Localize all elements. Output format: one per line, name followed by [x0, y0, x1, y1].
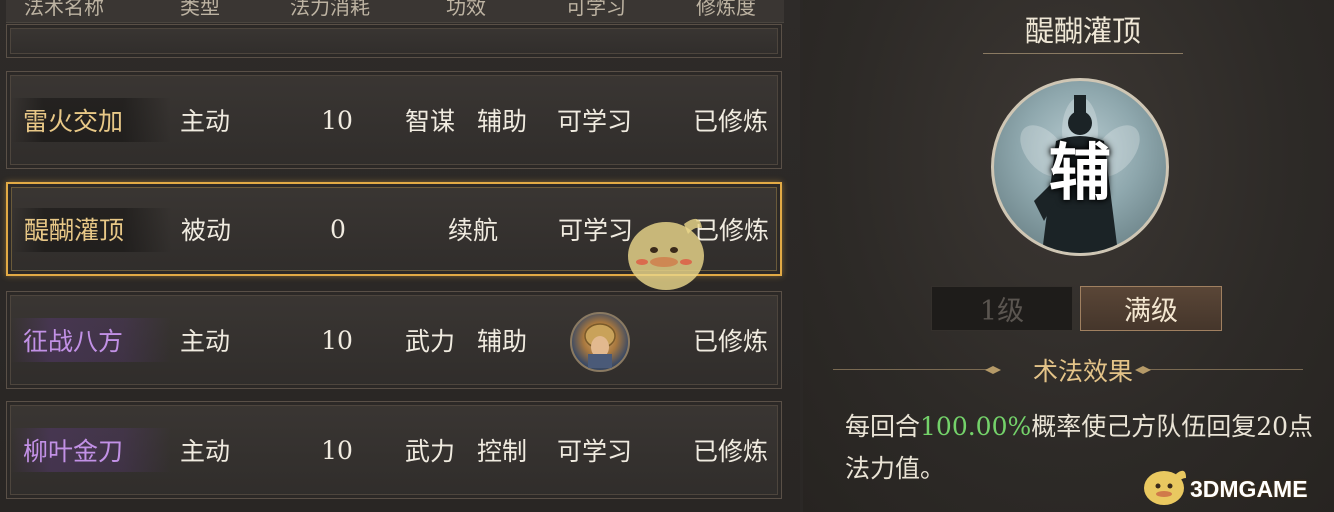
- spell-row[interactable]: 征战八方 主动 10 武力 辅助 已修炼: [6, 291, 782, 389]
- effect-probability: 100.00%: [920, 412, 1032, 441]
- spell-type: 主动: [180, 437, 231, 466]
- spell-effect-2: 辅助: [477, 327, 528, 356]
- level-1-button[interactable]: 1级: [931, 286, 1073, 331]
- spell-practice: 已修炼: [693, 437, 769, 466]
- spell-name: 征战八方: [23, 327, 124, 356]
- spell-type: 被动: [181, 216, 232, 245]
- emblem-character: 辅: [1048, 136, 1111, 209]
- spell-practice: 已修炼: [693, 327, 769, 356]
- spell-name: 雷火交加: [23, 107, 124, 136]
- spell-cost: 10: [321, 325, 353, 355]
- spell-cost: 10: [321, 435, 353, 465]
- spell-emblem: 辅: [991, 78, 1169, 256]
- title-divider: [983, 53, 1183, 54]
- spell-name: 醍醐灌顶: [24, 216, 125, 245]
- watermark-text: 3DMGAME: [1190, 476, 1308, 502]
- effect-text-prefix: 每回合: [845, 412, 921, 441]
- spell-cost: 0: [330, 214, 346, 244]
- spell-effect-1: 武力: [405, 327, 456, 356]
- spell-detail-panel: 醍醐灌顶 辅 1级 满级 术法效果 每回合100.00%概率使己方队伍回复20点…: [803, 0, 1334, 512]
- spell-type: 主动: [180, 327, 231, 356]
- spell-effect-1: 武力: [405, 437, 456, 466]
- spell-name: 柳叶金刀: [23, 437, 124, 466]
- spell-row-partial[interactable]: [6, 24, 782, 58]
- header-effect: 功效: [446, 0, 486, 19]
- spell-effect-2: 辅助: [477, 107, 528, 136]
- spell-cost: 10: [321, 105, 353, 135]
- general-portrait-avatar[interactable]: [570, 312, 630, 372]
- spell-learnable: 可学习: [557, 107, 633, 136]
- list-header: 法术名称 类型 法力消耗 功效 可学习 修炼度: [6, 0, 784, 23]
- header-learnable: 可学习: [566, 0, 626, 19]
- spell-effect: 续航: [447, 216, 498, 245]
- detail-title: 醍醐灌顶: [1024, 14, 1141, 48]
- spell-row[interactable]: 柳叶金刀 主动 10 武力 控制 可学习 已修炼: [6, 401, 782, 499]
- max-level-button[interactable]: 满级: [1080, 286, 1222, 331]
- header-name: 法术名称: [24, 0, 104, 19]
- spell-effect-1: 智谋: [405, 107, 456, 136]
- mascot-watermark-icon: [628, 218, 704, 290]
- spell-effect-2: 控制: [477, 437, 528, 466]
- header-type: 类型: [180, 0, 220, 19]
- effect-title: 术法效果: [1032, 357, 1133, 386]
- spell-type: 主动: [180, 107, 231, 136]
- header-cost: 法力消耗: [290, 0, 370, 19]
- spell-learnable: 可学习: [557, 437, 633, 466]
- spell-practice: 已修炼: [693, 107, 769, 136]
- header-practice: 修炼度: [696, 0, 756, 19]
- spell-list-panel: 法术名称 类型 法力消耗 功效 可学习 修炼度 雷火交加 主动 10 智谋 辅助…: [0, 0, 800, 512]
- spell-row[interactable]: 雷火交加 主动 10 智谋 辅助 可学习 已修炼: [6, 71, 782, 169]
